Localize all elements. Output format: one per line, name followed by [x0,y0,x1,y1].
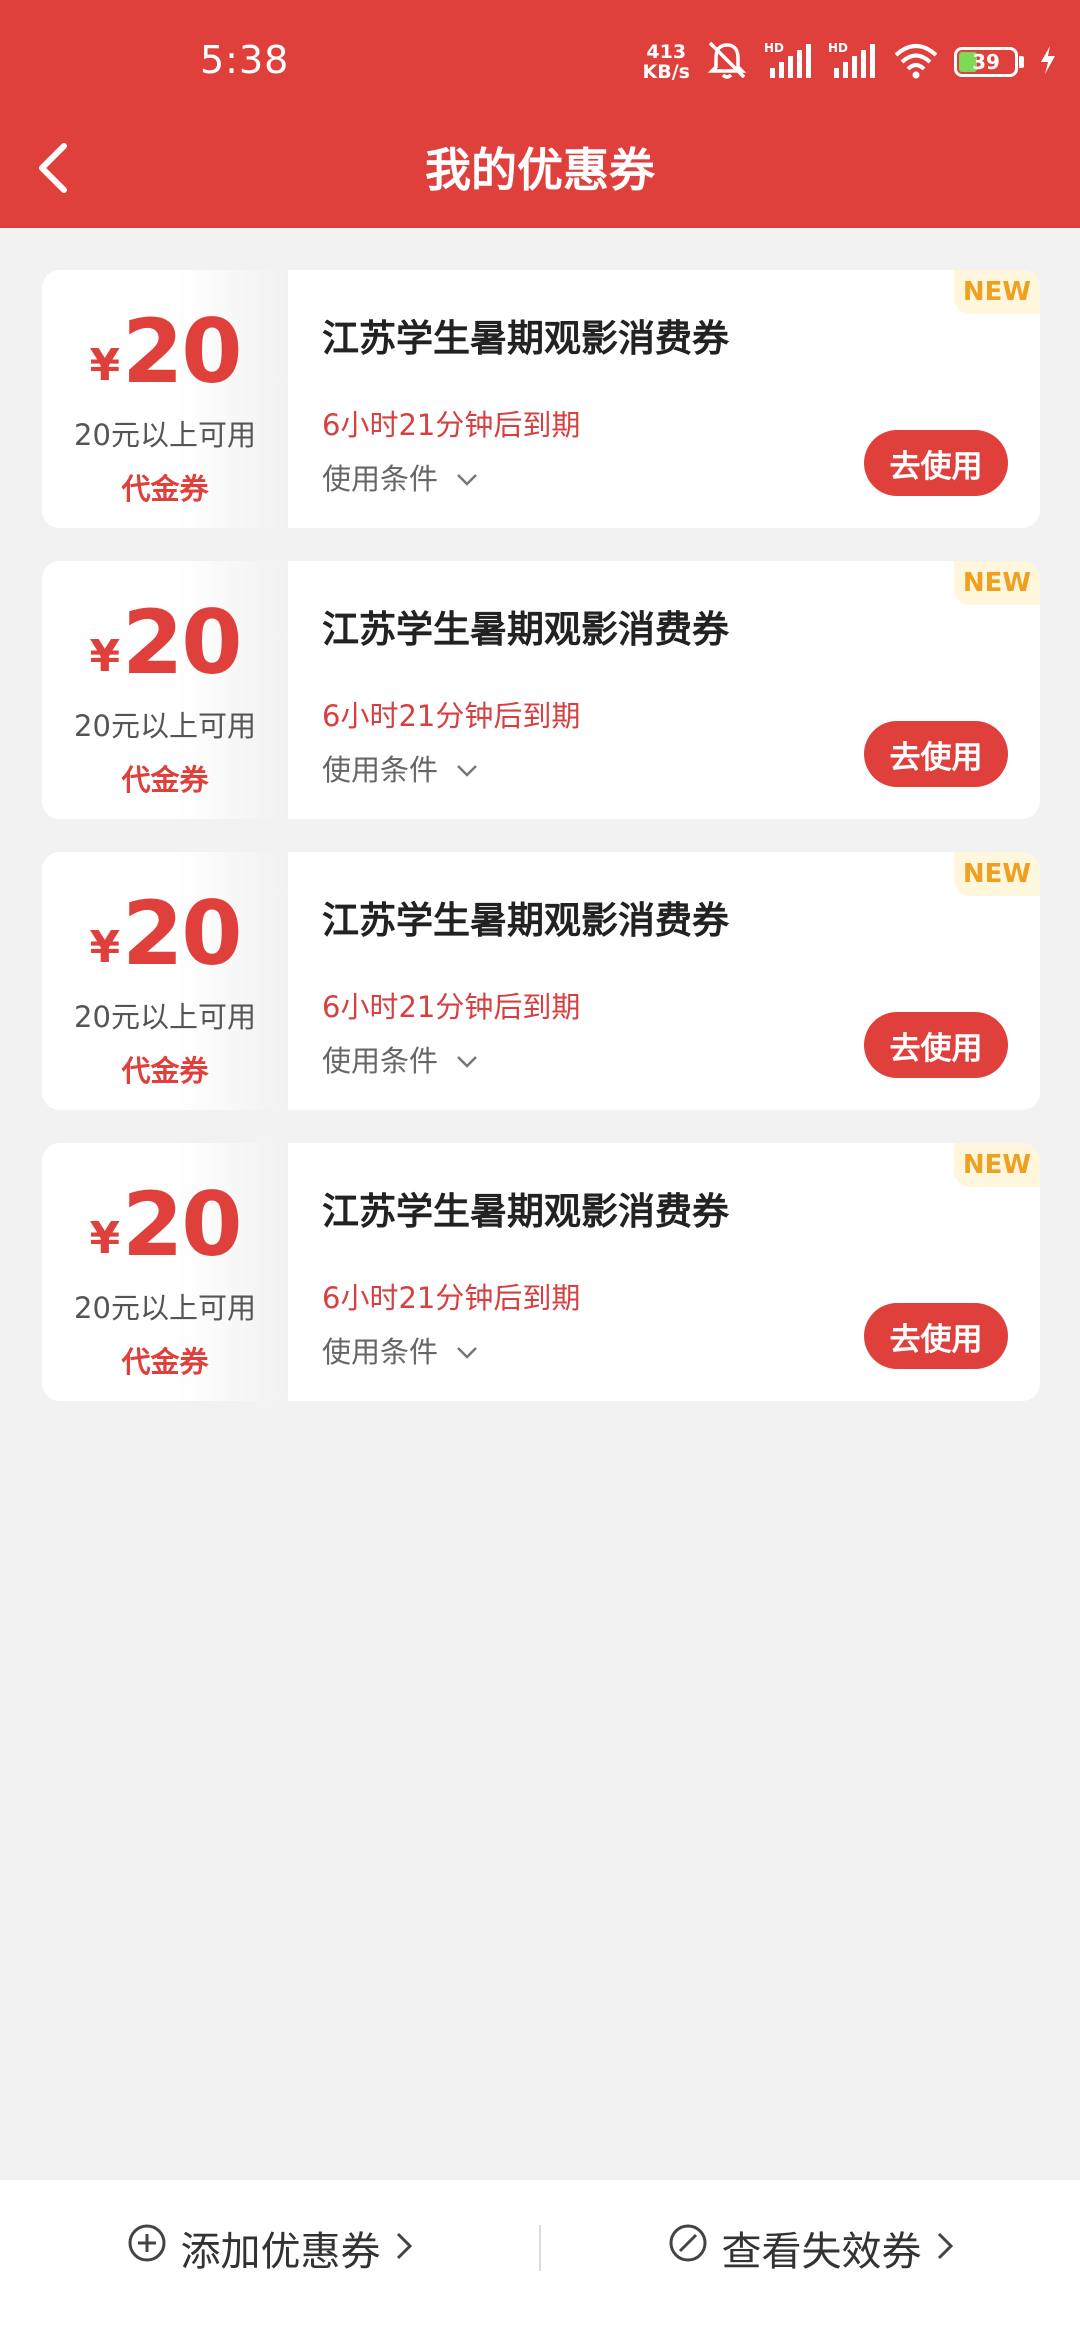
coupon-type: 代金券 [121,472,209,506]
coupon-amount-value: 20 [122,882,242,985]
battery-level: 39 [972,50,1000,74]
coupon-expiry: 6小时21分钟后到期 [322,990,581,1024]
usage-terms-toggle[interactable]: 使用条件 [322,1329,478,1371]
usage-terms-label: 使用条件 [322,1335,439,1369]
hd-signal-icon: HD [764,40,814,84]
coupon-amount-value: 20 [122,591,242,694]
usage-terms-toggle[interactable]: 使用条件 [322,747,478,789]
network-speed-unit: KB/s [642,61,690,83]
coupon-type: 代金券 [121,1054,209,1088]
coupon-condition: 20元以上可用 [74,709,256,743]
plus-circle-icon [127,2223,167,2273]
chevron-right-icon [395,2225,413,2271]
charging-icon [1038,44,1058,80]
hd-signal-icon: HD [828,40,878,84]
currency-symbol: ¥ [89,340,121,391]
mute-bell-icon [704,39,750,85]
new-badge: NEW [954,1143,1040,1187]
coupon-type: 代金券 [121,1345,209,1379]
coupon-condition: 20元以上可用 [74,418,256,452]
coupon-card: ¥ 20 20元以上可用 代金券 江苏学生暑期观影消费券 6小时21分钟后到期 … [42,852,1040,1110]
wifi-icon [892,41,940,83]
status-time: 5:38 [200,38,290,82]
coupon-value-panel: ¥ 20 20元以上可用 代金券 [42,270,288,528]
currency-symbol: ¥ [89,631,121,682]
coupon-amount: ¥ 20 [89,1173,242,1276]
currency-symbol: ¥ [89,922,121,973]
coupon-card: ¥ 20 20元以上可用 代金券 江苏学生暑期观影消费券 6小时21分钟后到期 … [42,561,1040,819]
coupon-name: 江苏学生暑期观影消费券 [322,1190,729,1233]
coupon-info-panel: 江苏学生暑期观影消费券 6小时21分钟后到期 使用条件 去使用 NEW [288,852,1040,1110]
app-header: 5:38 413 KB/s HD HD 39 我的优惠券 [0,0,1080,228]
coupon-value-panel: ¥ 20 20元以上可用 代金券 [42,852,288,1110]
usage-terms-label: 使用条件 [322,1044,439,1078]
coupon-amount: ¥ 20 [89,882,242,985]
coupon-value-panel: ¥ 20 20元以上可用 代金券 [42,1143,288,1401]
coupon-name: 江苏学生暑期观影消费券 [322,317,729,360]
coupon-value-panel: ¥ 20 20元以上可用 代金券 [42,561,288,819]
coupon-card: ¥ 20 20元以上可用 代金券 江苏学生暑期观影消费券 6小时21分钟后到期 … [42,270,1040,528]
view-expired-label: 查看失效券 [721,2229,922,2275]
new-badge: NEW [954,270,1040,314]
chevron-right-icon [936,2225,954,2271]
use-coupon-button[interactable]: 去使用 [864,1303,1008,1369]
coupon-amount: ¥ 20 [89,300,242,403]
coupon-amount-value: 20 [122,1173,242,1276]
usage-terms-label: 使用条件 [322,753,439,787]
coupon-condition: 20元以上可用 [74,1291,256,1325]
coupon-amount: ¥ 20 [89,591,242,694]
coupon-card: ¥ 20 20元以上可用 代金券 江苏学生暑期观影消费券 6小时21分钟后到期 … [42,1143,1040,1401]
network-speed: 413 KB/s [643,42,690,82]
status-icons: 413 KB/s HD HD 39 [643,36,1058,88]
prohibited-circle-icon [668,2223,708,2273]
add-coupon-label: 添加优惠券 [180,2229,381,2275]
title-bar: 我的优惠券 [0,120,1080,228]
chevron-down-icon [456,1333,478,1367]
new-badge: NEW [954,852,1040,896]
coupon-expiry: 6小时21分钟后到期 [322,408,581,442]
usage-terms-toggle[interactable]: 使用条件 [322,1038,478,1080]
chevron-down-icon [456,460,478,494]
currency-symbol: ¥ [89,1213,121,1264]
network-speed-value: 413 [646,41,687,63]
use-coupon-button[interactable]: 去使用 [864,721,1008,787]
coupon-amount-value: 20 [122,300,242,403]
use-coupon-button[interactable]: 去使用 [864,1012,1008,1078]
page-title: 我的优惠券 [425,143,655,197]
view-expired-coupons-button[interactable]: 查看失效券 [541,2180,1080,2316]
new-badge: NEW [954,561,1040,605]
coupon-name: 江苏学生暑期观影消费券 [322,608,729,651]
chevron-down-icon [456,1042,478,1076]
coupon-expiry: 6小时21分钟后到期 [322,1281,581,1315]
svg-text:HD: HD [764,41,784,55]
bottom-action-bar: 添加优惠券 查看失效券 [0,2180,1080,2340]
status-bar: 5:38 413 KB/s HD HD 39 [0,0,1080,120]
battery-icon: 39 [954,47,1024,77]
coupon-condition: 20元以上可用 [74,1000,256,1034]
coupon-list: ¥ 20 20元以上可用 代金券 江苏学生暑期观影消费券 6小时21分钟后到期 … [42,270,1040,1434]
usage-terms-label: 使用条件 [322,462,439,496]
coupon-name: 江苏学生暑期观影消费券 [322,899,729,942]
coupon-info-panel: 江苏学生暑期观影消费券 6小时21分钟后到期 使用条件 去使用 NEW [288,270,1040,528]
usage-terms-toggle[interactable]: 使用条件 [322,456,478,498]
coupon-type: 代金券 [121,763,209,797]
use-coupon-button[interactable]: 去使用 [864,430,1008,496]
add-coupon-button[interactable]: 添加优惠券 [0,2180,539,2316]
svg-text:HD: HD [828,41,848,55]
coupon-expiry: 6小时21分钟后到期 [322,699,581,733]
coupon-info-panel: 江苏学生暑期观影消费券 6小时21分钟后到期 使用条件 去使用 NEW [288,561,1040,819]
coupon-info-panel: 江苏学生暑期观影消费券 6小时21分钟后到期 使用条件 去使用 NEW [288,1143,1040,1401]
chevron-down-icon [456,751,478,785]
